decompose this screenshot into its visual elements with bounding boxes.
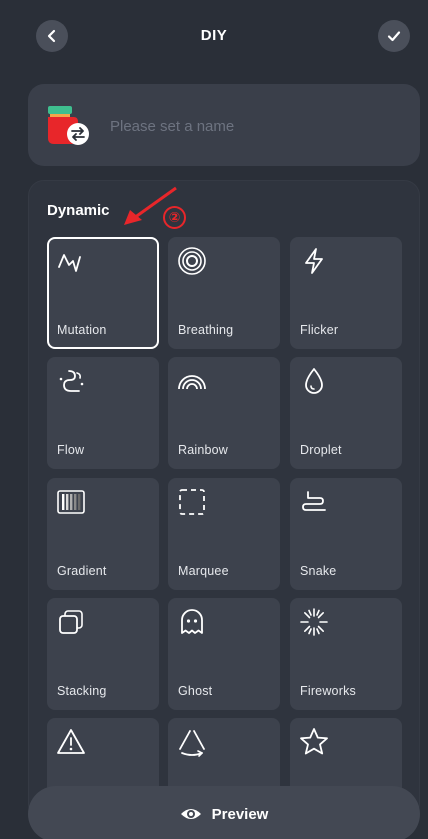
star-icon [300, 728, 328, 755]
effect-label: Mutation [57, 323, 107, 337]
section-title-dynamic: Dynamic [47, 202, 110, 219]
stacked-squares-icon [59, 610, 83, 634]
triangle-cycle-icon [179, 730, 205, 757]
fireworks-icon [300, 608, 328, 636]
effect-tile-flow[interactable]: Flow [47, 357, 159, 469]
effect-tile-marquee[interactable]: Marquee [168, 478, 280, 590]
effect-tile-stacking[interactable]: Stacking [47, 598, 159, 710]
effect-label: Flicker [300, 323, 339, 337]
check-icon [387, 31, 401, 42]
effect-tile-gradient[interactable]: Gradient [47, 478, 159, 590]
effect-label: Gradient [57, 564, 107, 578]
name-card [28, 84, 420, 166]
confirm-button[interactable] [378, 20, 410, 52]
effect-label: Stacking [57, 684, 107, 698]
rainbow-icon [178, 375, 206, 390]
droplet-icon [305, 368, 323, 394]
effect-tile-rainbow[interactable]: Rainbow [168, 357, 280, 469]
effect-tile-breathing[interactable]: Breathing [168, 237, 280, 349]
ghost-icon [181, 609, 203, 634]
page-title: DIY [200, 27, 228, 44]
pulse-wave-icon [58, 254, 81, 272]
flow-wind-icon [59, 370, 84, 392]
effect-label: Marquee [178, 564, 229, 578]
gradient-bars-icon [57, 490, 85, 514]
eye-icon [180, 809, 201, 819]
snake-icon [302, 491, 326, 511]
dashed-square-icon [179, 489, 205, 515]
effect-label: Droplet [300, 443, 342, 457]
effect-tile-ghost[interactable]: Ghost [168, 598, 280, 710]
lamp-swap-icon [48, 106, 89, 145]
name-input[interactable] [110, 114, 400, 138]
effect-tile-droplet[interactable]: Droplet [290, 357, 402, 469]
effect-tile-flicker[interactable]: Flicker [290, 237, 402, 349]
effect-label: Flow [57, 443, 85, 457]
lightning-icon [305, 248, 323, 274]
preview-label: Preview [211, 805, 269, 823]
effect-label: Rainbow [178, 443, 229, 457]
top-bar: DIY [0, 0, 428, 72]
warning-triangle-icon [57, 729, 85, 754]
effect-label: Fireworks [300, 684, 356, 698]
effect-tile-mutation[interactable]: Mutation [47, 237, 159, 349]
effect-label: Breathing [178, 323, 234, 337]
effect-label: Ghost [178, 684, 213, 698]
annotation-number: ② [163, 206, 186, 229]
effect-label: Snake [300, 564, 337, 578]
effect-tile-snake[interactable]: Snake [290, 478, 402, 590]
effect-tile-fireworks[interactable]: Fireworks [290, 598, 402, 710]
concentric-rings-icon [178, 247, 206, 275]
preview-button[interactable]: Preview [28, 786, 420, 839]
